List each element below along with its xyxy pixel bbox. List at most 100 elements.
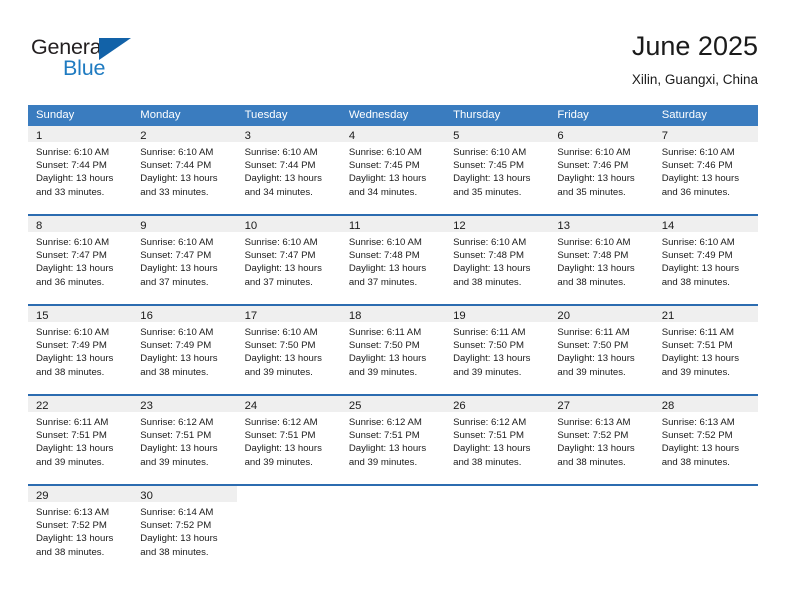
day-info: Sunrise: 6:11 AM Sunset: 7:50 PM Daylight:…	[445, 322, 549, 379]
daylight-text-line1: Daylight: 13 hours	[453, 353, 531, 365]
daylight-text-line2: and 33 minutes.	[36, 186, 105, 198]
day-info	[654, 502, 758, 506]
weekday-header-tuesday: Tuesday	[244, 109, 288, 121]
week-cells: 29 Sunrise: 6:13 AM Sunset: 7:52 PM Dayligh…	[28, 486, 758, 574]
day-cell[interactable]: 17 Sunrise: 6:10 AM Sunset: 7:50 PM Dayligh…	[236, 306, 341, 394]
day-cell[interactable]: 27 Sunrise: 6:13 AM Sunset: 7:52 PM Dayligh…	[549, 396, 654, 484]
sunset-text: Sunset: 7:51 PM	[453, 430, 525, 442]
day-info: Sunrise: 6:13 AM Sunset: 7:52 PM Daylight:…	[654, 412, 758, 469]
day-number: 29	[36, 490, 49, 502]
daylight-text-line1: Daylight: 13 hours	[36, 443, 114, 455]
day-cell[interactable]: 6 Sunrise: 6:10 AM Sunset: 7:46 PM Daylight…	[549, 126, 654, 214]
day-cell[interactable]: 14 Sunrise: 6:10 AM Sunset: 7:49 PM Dayligh…	[653, 216, 758, 304]
day-cell[interactable]: 28 Sunrise: 6:13 AM Sunset: 7:52 PM Dayligh…	[653, 396, 758, 484]
day-cell[interactable]: 26 Sunrise: 6:12 AM Sunset: 7:51 PM Dayligh…	[445, 396, 550, 484]
day-cell[interactable]: 18 Sunrise: 6:11 AM Sunset: 7:50 PM Dayligh…	[340, 306, 446, 394]
sunset-text: Sunset: 7:46 PM	[661, 160, 733, 172]
daylight-text-line2: and 38 minutes.	[36, 366, 105, 378]
daylight-text-line1: Daylight: 13 hours	[348, 353, 427, 365]
day-number-band	[653, 486, 758, 502]
day-cell[interactable]: 22 Sunrise: 6:11 AM Sunset: 7:51 PM Dayligh…	[28, 396, 133, 484]
day-number: 11	[348, 220, 361, 232]
day-cell-empty	[340, 486, 446, 574]
day-cell[interactable]: 8 Sunrise: 6:10 AM Sunset: 7:47 PM Daylight…	[28, 216, 133, 304]
daylight-text-line1: Daylight: 13 hours	[36, 353, 114, 365]
week-cells: 22 Sunrise: 6:11 AM Sunset: 7:51 PM Dayligh…	[28, 396, 758, 484]
day-cell[interactable]: 9 Sunrise: 6:10 AM Sunset: 7:47 PM Daylight…	[132, 216, 237, 304]
day-cell[interactable]: 7 Sunrise: 6:10 AM Sunset: 7:46 PM Daylight…	[653, 126, 758, 214]
day-number: 12	[453, 220, 466, 232]
day-info	[341, 502, 445, 506]
day-number-band	[236, 486, 341, 502]
day-cell[interactable]: 3 Sunrise: 6:10 AM Sunset: 7:44 PM Daylight…	[236, 126, 341, 214]
day-cell[interactable]: 5 Sunrise: 6:10 AM Sunset: 7:45 PM Daylight…	[445, 126, 550, 214]
day-cell[interactable]: 20 Sunrise: 6:11 AM Sunset: 7:50 PM Dayligh…	[549, 306, 654, 394]
day-number: 17	[244, 310, 258, 322]
day-number-band: 18	[340, 306, 446, 322]
day-cell[interactable]: 29 Sunrise: 6:13 AM Sunset: 7:52 PM Dayligh…	[28, 486, 133, 574]
day-cell[interactable]: 25 Sunrise: 6:12 AM Sunset: 7:51 PM Dayligh…	[340, 396, 446, 484]
week-cells: 8 Sunrise: 6:10 AM Sunset: 7:47 PM Daylight…	[28, 216, 758, 304]
day-info: Sunrise: 6:14 AM Sunset: 7:52 PM Daylight:…	[132, 502, 236, 559]
sunset-text: Sunset: 7:52 PM	[661, 430, 733, 442]
daylight-text-line1: Daylight: 13 hours	[140, 263, 218, 275]
daylight-text-line1: Daylight: 13 hours	[244, 353, 322, 365]
day-cell-empty	[236, 486, 341, 574]
sunset-text: Sunset: 7:49 PM	[36, 340, 107, 352]
day-number-band: 6	[549, 126, 654, 142]
day-number-band: 22	[28, 396, 133, 412]
sunset-text: Sunset: 7:47 PM	[244, 250, 316, 262]
sunset-text: Sunset: 7:52 PM	[140, 520, 212, 532]
day-number-band: 13	[549, 216, 654, 232]
sunset-text: Sunset: 7:51 PM	[140, 430, 212, 442]
daylight-text-line2: and 39 minutes.	[140, 456, 209, 468]
weekday-header-friday: Friday	[557, 109, 589, 121]
daylight-text-line1: Daylight: 13 hours	[661, 173, 740, 185]
sunrise-text: Sunrise: 6:11 AM	[557, 327, 630, 338]
day-cell[interactable]: 30 Sunrise: 6:14 AM Sunset: 7:52 PM Dayligh…	[132, 486, 237, 574]
day-info: Sunrise: 6:10 AM Sunset: 7:44 PM Daylight:…	[132, 142, 236, 199]
day-number: 28	[661, 400, 675, 412]
day-number-band: 23	[132, 396, 237, 412]
day-cell[interactable]: 4 Sunrise: 6:10 AM Sunset: 7:45 PM Daylight…	[340, 126, 446, 214]
day-info: Sunrise: 6:10 AM Sunset: 7:49 PM Daylight:…	[132, 322, 236, 379]
day-cell[interactable]: 19 Sunrise: 6:11 AM Sunset: 7:50 PM Dayligh…	[445, 306, 550, 394]
day-info: Sunrise: 6:11 AM Sunset: 7:51 PM Daylight:…	[28, 412, 132, 469]
day-number: 5	[453, 130, 460, 142]
calendar-week-row: 15 Sunrise: 6:10 AM Sunset: 7:49 PM Dayligh…	[28, 304, 758, 394]
day-number: 4	[348, 130, 356, 142]
day-cell[interactable]: 16 Sunrise: 6:10 AM Sunset: 7:49 PM Dayligh…	[132, 306, 237, 394]
calendar-week-row: 29 Sunrise: 6:13 AM Sunset: 7:52 PM Dayligh…	[28, 484, 758, 574]
day-cell[interactable]: 24 Sunrise: 6:12 AM Sunset: 7:51 PM Dayligh…	[236, 396, 341, 484]
day-cell[interactable]: 23 Sunrise: 6:12 AM Sunset: 7:51 PM Dayligh…	[132, 396, 237, 484]
day-info: Sunrise: 6:11 AM Sunset: 7:50 PM Daylight:…	[341, 322, 445, 379]
sunset-text: Sunset: 7:50 PM	[348, 340, 420, 352]
day-info: Sunrise: 6:11 AM Sunset: 7:50 PM Daylight:…	[549, 322, 653, 379]
daylight-text-line1: Daylight: 13 hours	[557, 443, 635, 455]
day-cell[interactable]: 13 Sunrise: 6:10 AM Sunset: 7:48 PM Dayligh…	[549, 216, 654, 304]
sunrise-text: Sunrise: 6:10 AM	[661, 147, 735, 158]
day-cell[interactable]: 21 Sunrise: 6:11 AM Sunset: 7:51 PM Dayligh…	[653, 306, 758, 394]
sunset-text: Sunset: 7:51 PM	[36, 430, 107, 442]
day-cell[interactable]: 15 Sunrise: 6:10 AM Sunset: 7:49 PM Dayligh…	[28, 306, 133, 394]
daylight-text-line2: and 39 minutes.	[348, 456, 418, 468]
day-info: Sunrise: 6:10 AM Sunset: 7:49 PM Daylight:…	[654, 232, 758, 289]
day-number-band: 24	[236, 396, 341, 412]
sunset-text: Sunset: 7:47 PM	[140, 250, 212, 262]
sunset-text: Sunset: 7:52 PM	[557, 430, 629, 442]
daylight-text-line1: Daylight: 13 hours	[348, 173, 427, 185]
daylight-text-line2: and 34 minutes.	[348, 186, 418, 198]
day-cell[interactable]: 2 Sunrise: 6:10 AM Sunset: 7:44 PM Daylight…	[132, 126, 237, 214]
daylight-text-line1: Daylight: 13 hours	[140, 533, 218, 545]
sunrise-text: Sunrise: 6:10 AM	[36, 147, 110, 158]
daylight-text-line2: and 38 minutes.	[453, 456, 522, 468]
day-cell[interactable]: 12 Sunrise: 6:10 AM Sunset: 7:48 PM Dayligh…	[445, 216, 550, 304]
day-cell[interactable]: 1 Sunrise: 6:10 AM Sunset: 7:44 PM Daylight…	[28, 126, 133, 214]
sunrise-text: Sunrise: 6:10 AM	[244, 237, 318, 248]
day-cell[interactable]: 10 Sunrise: 6:10 AM Sunset: 7:47 PM Dayligh…	[236, 216, 341, 304]
day-info: Sunrise: 6:12 AM Sunset: 7:51 PM Daylight:…	[341, 412, 445, 469]
day-info: Sunrise: 6:12 AM Sunset: 7:51 PM Daylight:…	[237, 412, 341, 469]
day-cell-empty	[445, 486, 550, 574]
day-cell[interactable]: 11 Sunrise: 6:10 AM Sunset: 7:48 PM Dayligh…	[340, 216, 446, 304]
weekday-header-row: Sunday Monday Tuesday Wednesday Thursday…	[28, 105, 758, 126]
